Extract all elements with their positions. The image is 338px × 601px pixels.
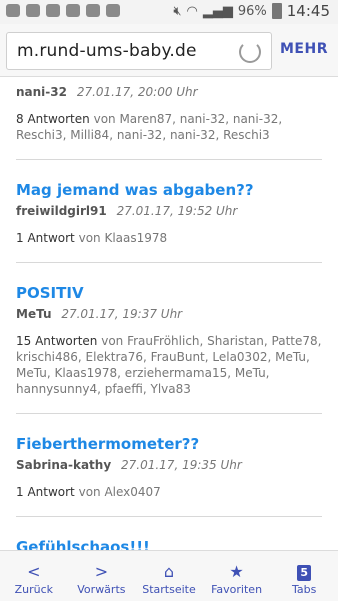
- answer-authors: von Alex0407: [78, 485, 161, 499]
- back-button[interactable]: < Zurück: [0, 551, 68, 601]
- mail-icon: [86, 4, 100, 17]
- thread-date: 27.01.17, 19:37 Uhr: [61, 307, 183, 321]
- gallery-icon: [26, 4, 40, 17]
- tabs-button[interactable]: 5 Tabs: [270, 551, 338, 601]
- thread-date: 27.01.17, 20:00 Uhr: [76, 85, 198, 99]
- browser-bottom-nav: < Zurück > Vorwärts ⌂ Startseite ★ Favor…: [0, 550, 338, 601]
- tabs-icon: 5: [297, 562, 312, 581]
- home-icon: ⌂: [163, 562, 175, 581]
- thread-answers: 15 Antworten von FrauFröhlich, Sharistan…: [16, 333, 322, 397]
- thread-title[interactable]: Fieberthermometer??: [16, 434, 322, 454]
- thread-author[interactable]: Sabrina-kathy: [16, 458, 111, 472]
- tabs-label: Tabs: [291, 583, 317, 596]
- whatsapp-icon: [6, 4, 20, 17]
- thread-meta: Sabrina-kathy 27.01.17, 19:35 Uhr: [16, 458, 322, 472]
- thread-date: 27.01.17, 19:52 Uhr: [116, 204, 238, 218]
- answer-authors: von Klaas1978: [78, 231, 168, 245]
- thread-meta: MeTu 27.01.17, 19:37 Uhr: [16, 307, 322, 321]
- thread-item: nani-32 27.01.17, 20:00 Uhr 8 Antworten …: [0, 77, 338, 143]
- thread-author[interactable]: nani-32: [16, 85, 67, 99]
- system-icons: 🔇︎ ◠ ▂▄▆ 96% 14:45: [173, 2, 330, 20]
- thread-answers: 1 Antwort von Alex0407: [16, 484, 322, 500]
- home-label: Startseite: [142, 583, 196, 596]
- notification-icons: [6, 4, 120, 17]
- wifi-icon: ◠: [186, 3, 198, 19]
- signal-icon: ▂▄▆: [202, 3, 233, 19]
- thread-author[interactable]: freiwildgirl91: [16, 204, 107, 218]
- youtube-icon: [46, 4, 60, 17]
- tab-count: 5: [297, 565, 312, 581]
- favorites-label: Favoriten: [211, 583, 263, 596]
- thread-item: POSITIV MeTu 27.01.17, 19:37 Uhr 15 Antw…: [0, 263, 338, 397]
- browser-toolbar: m.rund-ums-baby.de MEHR: [0, 24, 338, 77]
- home-button[interactable]: ⌂ Startseite: [135, 551, 203, 601]
- answer-count: 1 Antwort: [16, 231, 75, 245]
- chevron-right-icon: >: [94, 562, 109, 581]
- address-bar[interactable]: m.rund-ums-baby.de: [6, 32, 272, 70]
- mute-icon: 🔇︎: [173, 3, 182, 19]
- thread-title[interactable]: Mag jemand was abgaben??: [16, 180, 322, 200]
- forward-button[interactable]: > Vorwärts: [68, 551, 136, 601]
- thread-title[interactable]: Gefühlschaos!!!: [16, 537, 322, 550]
- status-bar: 🔇︎ ◠ ▂▄▆ 96% 14:45: [0, 0, 338, 24]
- thread-item: Fieberthermometer?? Sabrina-kathy 27.01.…: [0, 414, 338, 500]
- mail-icon: [106, 4, 120, 17]
- answer-count: 1 Antwort: [16, 485, 75, 499]
- forward-label: Vorwärts: [77, 583, 126, 596]
- thread-answers: 1 Antwort von Klaas1978: [16, 230, 322, 246]
- answer-count: 8 Antworten: [16, 112, 90, 126]
- chevron-left-icon: <: [27, 562, 41, 581]
- thread-meta: nani-32 27.01.17, 20:00 Uhr: [16, 85, 322, 99]
- thread-item: Gefühlschaos!!!: [0, 517, 338, 550]
- more-menu-button[interactable]: MEHR: [280, 41, 328, 57]
- bookmark-icon: ★: [229, 562, 244, 581]
- thread-answers: 8 Antworten von Maren87, nani-32, nani-3…: [16, 111, 322, 143]
- youtube-icon: [66, 4, 80, 17]
- thread-title[interactable]: POSITIV: [16, 283, 322, 303]
- thread-date: 27.01.17, 19:35 Uhr: [121, 458, 242, 472]
- favorites-button[interactable]: ★ Favoriten: [203, 551, 271, 601]
- thread-author[interactable]: MeTu: [16, 307, 52, 321]
- clock: 14:45: [286, 2, 330, 20]
- thread-item: Mag jemand was abgaben?? freiwildgirl91 …: [0, 160, 338, 246]
- thread-meta: freiwildgirl91 27.01.17, 19:52 Uhr: [16, 204, 322, 218]
- answer-count: 15 Antworten: [16, 334, 98, 348]
- battery-icon: [271, 3, 282, 19]
- back-label: Zurück: [14, 583, 53, 596]
- url-text: m.rund-ums-baby.de: [17, 41, 197, 61]
- battery-percent: 96%: [237, 3, 267, 19]
- thread-list: nani-32 27.01.17, 20:00 Uhr 8 Antworten …: [0, 77, 338, 550]
- reload-icon[interactable]: [239, 41, 261, 63]
